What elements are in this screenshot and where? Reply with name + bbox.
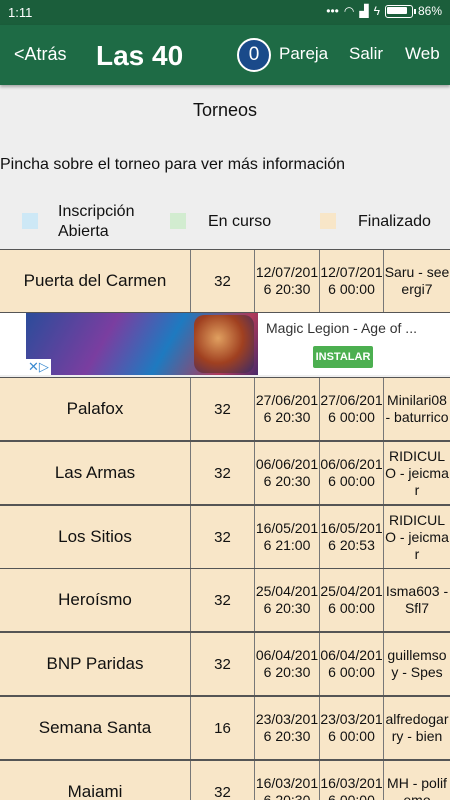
notification-counter[interactable]: 0: [237, 38, 271, 72]
tournament-winner: alfredogarry - bien: [385, 711, 449, 744]
tournament-winner: MH - polifemo: [387, 775, 447, 800]
status-bar: 1:11 ••• ◠ ▟ ϟ 86%: [0, 0, 450, 25]
table-row[interactable]: BNP Paridas 32 06/04/2016 20:30 06/04/2016 …: [0, 632, 450, 696]
tournament-winner: Saru - seeergi7: [384, 264, 450, 297]
adchoices-icon[interactable]: ✕▷: [26, 359, 51, 375]
status-icons: ••• ◠ ▟ ϟ 86%: [326, 4, 442, 18]
tournament-players: 32: [191, 633, 255, 695]
tournament-players: 32: [191, 378, 255, 440]
tournament-name: Maiami: [0, 761, 191, 800]
tournament-name: Heroísmo: [0, 569, 191, 631]
web-button[interactable]: Web: [405, 44, 440, 64]
tournament-end: 27/06/2016 00:00: [320, 378, 384, 440]
tournament-players: 32: [191, 761, 255, 800]
tournament-start: 23/03/2016 20:30: [255, 697, 320, 759]
more-icon: •••: [326, 4, 339, 18]
salir-button[interactable]: Salir: [349, 44, 383, 64]
tournament-end: 06/04/2016 00:00: [320, 633, 384, 695]
tournament-end: 06/06/2016 00:00: [320, 442, 384, 504]
legend-label-open-line2: Abierta: [58, 223, 109, 240]
tournament-players: 32: [191, 569, 255, 631]
tournament-winner: RIDICULO - jeicmar: [385, 447, 449, 498]
table-row[interactable]: Heroísmo 32 25/04/2016 20:30 25/04/2016 00:…: [0, 568, 450, 632]
table-row[interactable]: Las Armas 32 06/06/2016 20:30 06/06/2016 00…: [0, 441, 450, 505]
legend-swatch-finished: [320, 213, 336, 229]
tournament-winner: RIDICULO - jeicmar: [385, 511, 449, 562]
install-button[interactable]: INSTALAR: [313, 346, 373, 368]
legend-label-open: Inscripción Abierta: [58, 202, 134, 242]
pareja-button[interactable]: Pareja: [279, 44, 328, 64]
tournament-players: 32: [191, 506, 255, 568]
battery-icon: [384, 4, 416, 18]
back-button[interactable]: <Atrás: [14, 44, 67, 65]
table-row[interactable]: Maiami 32 16/03/2016 20:30 16/03/2016 00:00…: [0, 760, 450, 800]
legend-swatch-in-progress: [170, 213, 186, 229]
tournament-name: Palafox: [0, 378, 191, 440]
tournament-players: 32: [191, 250, 255, 312]
status-time: 1:11: [8, 5, 33, 20]
table-row[interactable]: Puerta del Carmen 32 12/07/2016 20:30 12/07…: [0, 249, 450, 313]
tournament-end: 23/03/2016 00:00: [320, 697, 384, 759]
tournament-end: 16/05/2016 20:53: [320, 506, 384, 568]
tournament-name: BNP Paridas: [0, 633, 191, 695]
legend-swatch-open: [22, 213, 38, 229]
tournament-winner: Minilari08 - baturrico: [385, 392, 449, 425]
app-bar: <Atrás Las 40 0 Pareja Salir Web: [0, 25, 450, 85]
signal-icon: ▟: [359, 4, 369, 18]
tournament-start: 06/04/2016 20:30: [255, 633, 320, 695]
tournament-name: Las Armas: [0, 442, 191, 504]
legend-label-finished: Finalizado: [358, 213, 431, 230]
legend-label-in-progress: En curso: [208, 213, 272, 230]
table-row[interactable]: Semana Santa 16 23/03/2016 20:30 23/03/2016…: [0, 696, 450, 760]
tournament-winner: guillemsoy - Spes: [387, 647, 447, 680]
table-row[interactable]: Los Sitios 32 16/05/2016 21:00 16/05/2016 2…: [0, 505, 450, 569]
ad-title: Magic Legion - Age of ...: [266, 320, 417, 336]
app-title: Las 40: [96, 40, 184, 71]
tournament-start: 27/06/2016 20:30: [255, 378, 320, 440]
legend-label-open-line1: Inscripción: [58, 203, 135, 220]
tournament-name: Puerta del Carmen: [0, 250, 191, 312]
tournament-start: 25/04/2016 20:30: [255, 569, 320, 631]
tournament-winner: Isma603 - Sfl7: [385, 583, 449, 616]
tournament-end: 25/04/2016 00:00: [320, 569, 384, 631]
charging-icon: ϟ: [373, 4, 380, 18]
page-title: Torneos: [192, 100, 258, 120]
tournament-players: 32: [191, 442, 255, 504]
tournament-end: 12/07/2016 00:00: [320, 250, 384, 312]
table-row[interactable]: Palafox 32 27/06/2016 20:30 27/06/2016 00:0…: [0, 377, 450, 441]
tournament-start: 16/03/2016 20:30: [255, 761, 320, 800]
tournament-name: Los Sitios: [0, 506, 191, 568]
tournament-name: Semana Santa: [0, 697, 191, 759]
tournament-end: 16/03/2016 00:00: [320, 761, 384, 800]
tournament-start: 06/06/2016 20:30: [255, 442, 320, 504]
tournament-start: 16/05/2016 21:00: [255, 506, 320, 568]
wifi-icon: ◠: [343, 4, 355, 18]
instructions-text: Pincha sobre el torneo para ver más info…: [0, 156, 346, 173]
battery-percent: 86%: [417, 4, 442, 18]
tournament-players: 16: [191, 697, 255, 759]
ad-banner[interactable]: Magic Legion - Age of ... INSTALAR ✕▷: [0, 313, 450, 375]
tournament-start: 12/07/2016 20:30: [255, 250, 320, 312]
game-logo-icon[interactable]: [194, 315, 254, 373]
